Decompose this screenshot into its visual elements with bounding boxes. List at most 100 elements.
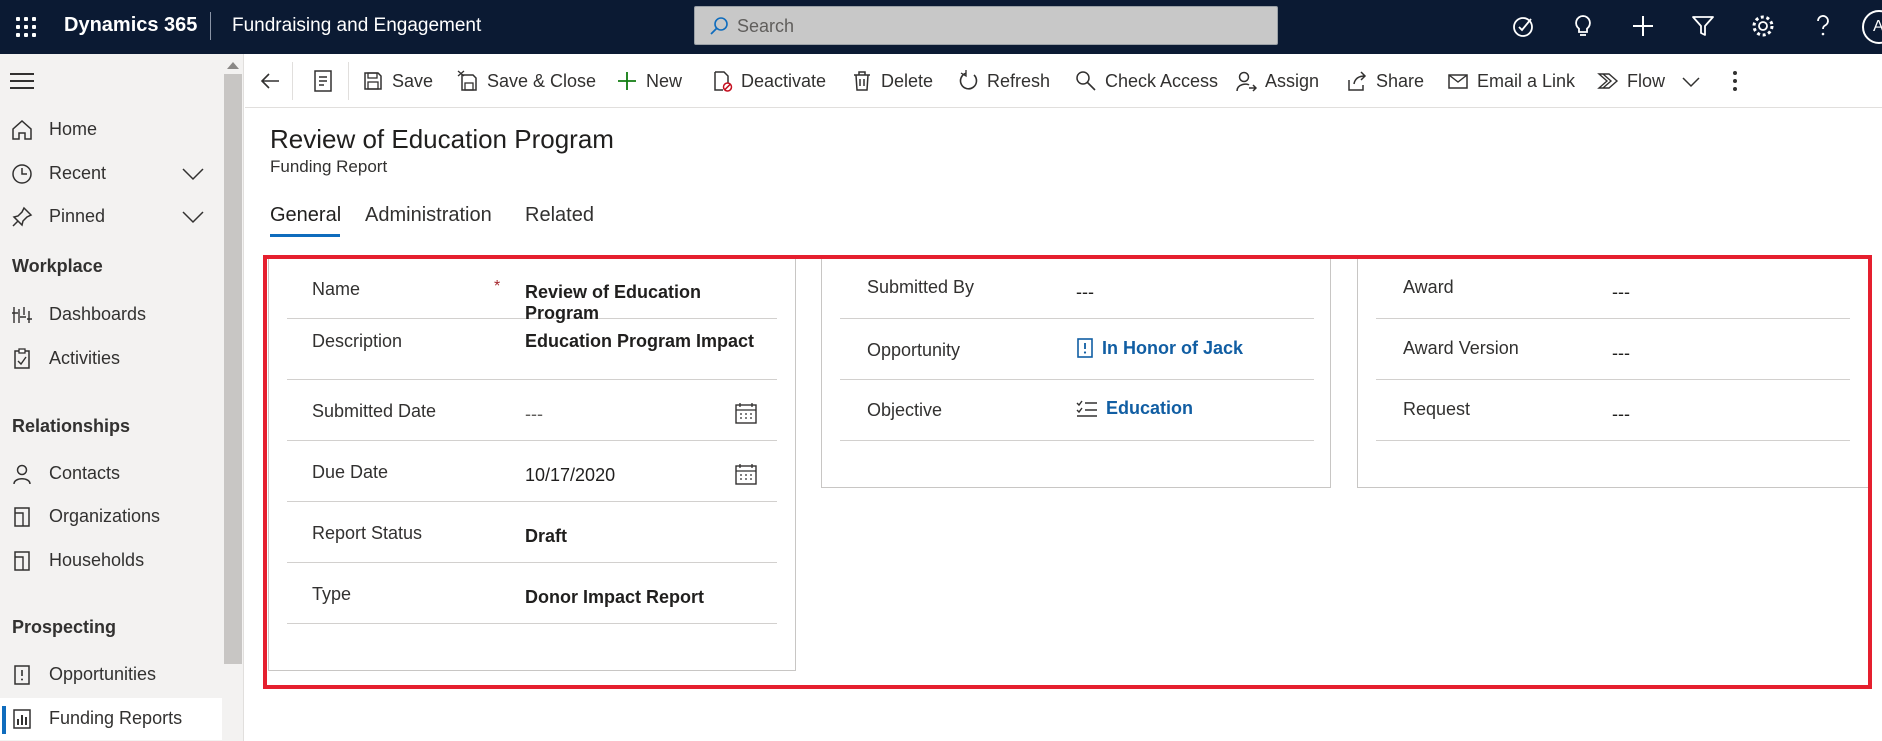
- sidebar-item-label: Opportunities: [49, 664, 157, 684]
- form-view-icon[interactable]: [312, 69, 334, 93]
- refresh-label: Refresh: [987, 70, 1051, 91]
- home-icon: [12, 119, 32, 140]
- app-launcher-icon[interactable]: [14, 15, 38, 39]
- divider: [348, 62, 349, 100]
- new-button[interactable]: New: [616, 65, 682, 97]
- sidebar-item-label: Funding Reports: [49, 708, 183, 728]
- top-bar: Dynamics 365 Fundraising and Engagement …: [0, 0, 1882, 54]
- record-title: Review of Education Program: [270, 124, 614, 154]
- sidebar-item-households[interactable]: Households: [0, 540, 222, 582]
- save-close-label: Save & Close: [487, 70, 597, 91]
- flow-button[interactable]: Flow: [1597, 65, 1665, 97]
- chevron-down-icon[interactable]: [1682, 76, 1700, 88]
- save-icon: [364, 72, 382, 90]
- email-link-label: Email a Link: [1477, 70, 1576, 91]
- highlight-box: [263, 255, 1872, 689]
- command-bar: Save Save & Close New Deactivate Delete: [245, 54, 1882, 108]
- sidebar-item-opportunities[interactable]: Opportunities: [0, 654, 222, 696]
- sidebar-item-label: Organizations: [49, 506, 161, 526]
- flow-label: Flow: [1627, 70, 1666, 91]
- save-label: Save: [392, 70, 434, 91]
- refresh-icon: [959, 70, 978, 90]
- task-flow-icon[interactable]: [1510, 12, 1538, 40]
- active-tab-indicator: [270, 234, 340, 237]
- filter-icon[interactable]: [1689, 12, 1717, 40]
- sidebar-item-home[interactable]: Home: [0, 109, 222, 151]
- back-arrow-icon[interactable]: [259, 70, 281, 92]
- sidebar-item-activities[interactable]: Activities: [0, 338, 222, 380]
- tab-administration[interactable]: Administration: [365, 204, 492, 227]
- nav-group-header: Workplace: [12, 256, 103, 276]
- clock-icon: [12, 164, 32, 184]
- pin-icon: [12, 206, 33, 227]
- divider: [210, 12, 211, 40]
- assign-person-icon: [1236, 71, 1257, 92]
- refresh-button[interactable]: Refresh: [957, 65, 1050, 97]
- search-input[interactable]: [737, 14, 1237, 38]
- chevron-down-icon[interactable]: [182, 210, 204, 224]
- sidebar-item-label: Dashboards: [49, 304, 147, 324]
- share-label: Share: [1376, 70, 1425, 91]
- module-name[interactable]: Fundraising and Engagement: [232, 15, 481, 37]
- save-and-close-button[interactable]: Save & Close: [457, 65, 596, 97]
- contact-person-icon: [13, 464, 31, 485]
- deactivate-button[interactable]: Deactivate: [711, 65, 826, 97]
- activities-clipboard-icon: [14, 348, 30, 369]
- check-access-icon: [1076, 71, 1096, 91]
- chevron-down-icon[interactable]: [182, 167, 204, 181]
- tab-general[interactable]: General: [270, 204, 341, 227]
- dashboard-icon: [12, 307, 32, 323]
- delete-button[interactable]: Delete: [851, 65, 933, 97]
- search-box[interactable]: [694, 6, 1278, 45]
- opportunity-icon: [14, 665, 30, 685]
- sidebar-item-label: Activities: [49, 348, 121, 368]
- sidebar-item-label: Recent: [49, 163, 107, 183]
- hamburger-menu-icon[interactable]: [10, 73, 34, 91]
- search-icon: [710, 17, 728, 35]
- scroll-up-arrow-icon[interactable]: [227, 62, 239, 69]
- share-button[interactable]: Share: [1346, 65, 1424, 97]
- deactivate-label: Deactivate: [741, 70, 827, 91]
- sidebar-item-label: Contacts: [49, 463, 121, 483]
- funding-report-icon: [13, 709, 31, 729]
- avatar[interactable]: A: [1862, 10, 1882, 44]
- app-name[interactable]: Dynamics 365: [64, 14, 197, 37]
- deactivate-icon: [714, 71, 733, 92]
- share-icon: [1348, 71, 1367, 91]
- nav-group-header: Prospecting: [12, 617, 117, 637]
- check-access-label: Check Access: [1105, 70, 1219, 91]
- assign-label: Assign: [1265, 70, 1320, 91]
- trash-icon: [854, 71, 870, 91]
- divider: [292, 62, 293, 100]
- add-icon[interactable]: [1629, 12, 1657, 40]
- sidebar-item-pinned[interactable]: Pinned: [0, 196, 222, 238]
- plus-icon: [618, 72, 636, 90]
- new-label: New: [646, 70, 683, 91]
- flow-icon: [1597, 73, 1619, 89]
- sidebar-item-dashboards[interactable]: Dashboards: [0, 294, 222, 336]
- sidebar-item-recent[interactable]: Recent: [0, 153, 222, 195]
- sidebar-item-label: Households: [49, 550, 145, 570]
- sidebar-item-organizations[interactable]: Organizations: [0, 496, 222, 538]
- more-options-icon[interactable]: [1732, 68, 1738, 94]
- save-close-icon: [457, 70, 477, 91]
- lightbulb-icon[interactable]: [1569, 12, 1597, 40]
- sidebar-item-label: Home: [49, 119, 98, 139]
- save-button[interactable]: Save: [362, 65, 433, 97]
- tab-related[interactable]: Related: [525, 204, 594, 227]
- household-icon: [14, 551, 30, 571]
- delete-label: Delete: [881, 70, 934, 91]
- nav-group-header: Relationships: [12, 416, 131, 436]
- assign-button[interactable]: Assign: [1235, 65, 1319, 97]
- sidebar-scrollbar[interactable]: [224, 74, 242, 664]
- settings-gear-icon[interactable]: [1749, 12, 1777, 40]
- check-access-button[interactable]: Check Access: [1075, 65, 1218, 97]
- sidebar-item-contacts[interactable]: Contacts: [0, 453, 222, 495]
- help-icon[interactable]: [1809, 12, 1837, 40]
- organization-icon: [14, 507, 30, 527]
- sidebar-item-label: Pinned: [49, 206, 106, 226]
- email-a-link-button[interactable]: Email a Link: [1447, 65, 1575, 97]
- record-entity-name: Funding Report: [270, 157, 388, 176]
- email-link-icon: [1448, 74, 1468, 89]
- sidebar-item-funding-reports[interactable]: Funding Reports: [0, 698, 222, 740]
